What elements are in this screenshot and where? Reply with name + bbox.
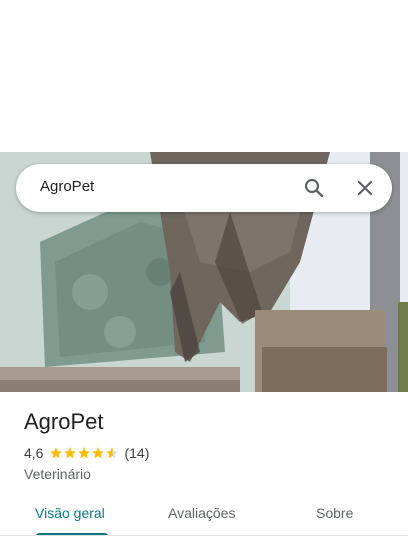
star-icon <box>92 447 105 459</box>
tab-overview[interactable]: Visão geral <box>35 505 105 521</box>
place-info-panel: AgroPet 4,6 (14) Veterinário Visão geral… <box>0 392 408 544</box>
tab-reviews[interactable]: Avaliações <box>168 505 235 521</box>
half-star-icon <box>106 447 119 459</box>
rating-value: 4,6 <box>24 445 44 461</box>
star-icon <box>64 447 77 459</box>
search-input[interactable]: AgroPet <box>40 178 94 195</box>
tab-about[interactable]: Sobre <box>316 505 353 521</box>
search-icon[interactable] <box>302 176 326 200</box>
star-rating <box>49 446 119 460</box>
close-icon[interactable] <box>353 176 377 200</box>
place-category[interactable]: Veterinário <box>24 466 91 482</box>
review-count[interactable]: (14) <box>124 445 149 461</box>
tab-bar: Visão geral Avaliações Sobre <box>0 495 408 536</box>
star-icon <box>50 447 63 459</box>
place-title: AgroPet <box>24 409 104 434</box>
tabs-divider <box>0 535 408 536</box>
star-icon <box>78 447 91 459</box>
rating-row[interactable]: 4,6 (14) <box>24 445 149 461</box>
top-blank-area <box>0 0 408 152</box>
search-bar[interactable]: AgroPet <box>16 164 392 212</box>
